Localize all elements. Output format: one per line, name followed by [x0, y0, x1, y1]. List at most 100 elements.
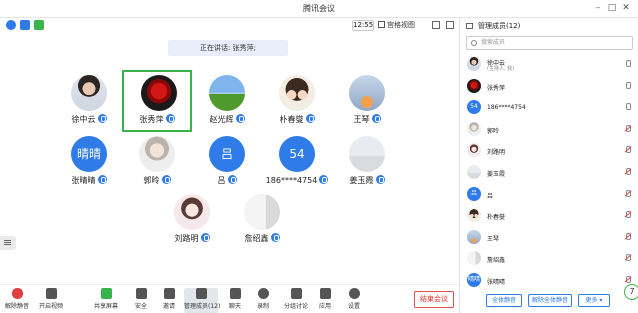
avatar — [467, 229, 481, 244]
pip-icon[interactable] — [446, 21, 454, 29]
settings-button[interactable]: 设置 — [339, 288, 369, 313]
notification-badge[interactable]: 7 — [624, 284, 638, 300]
member-row[interactable]: 徐中云 (主持人, 我) — [460, 55, 638, 75]
share-screen-button[interactable]: 共享屏幕 — [91, 288, 121, 313]
participant-tile[interactable]: 赵光辉 — [192, 72, 262, 134]
close-icon[interactable]: ✕ — [620, 2, 632, 14]
end-meeting-button[interactable]: 结束会议 — [414, 291, 454, 308]
mic-off-icon[interactable] — [624, 189, 631, 198]
mic-icon[interactable] — [624, 103, 631, 111]
member-row[interactable]: 张秀萍 — [460, 77, 638, 97]
participant-name: 刘路明 — [157, 233, 227, 244]
member-name: 186****4754 — [487, 104, 526, 112]
mic-off-icon[interactable] — [624, 211, 631, 219]
shield-icon[interactable] — [20, 20, 30, 30]
mic-off-icon[interactable] — [624, 254, 631, 262]
avatar — [467, 121, 481, 136]
manage-members-button[interactable]: 管理成员(12) — [184, 288, 220, 313]
participant-tile[interactable]: 晴晴 张晴晴 — [54, 133, 124, 195]
participant-tile[interactable]: 张秀萍 — [122, 70, 192, 132]
chat-button[interactable]: 聊天 — [220, 288, 250, 313]
avatar: 晴晴 — [467, 273, 481, 287]
participant-tile[interactable]: 徐中云 — [54, 72, 124, 134]
maximize-icon[interactable]: □ — [606, 2, 618, 14]
minimize-icon[interactable]: – — [592, 2, 604, 14]
participant-name-text: 王琴 — [353, 115, 370, 124]
mic-icon — [235, 114, 245, 123]
member-row[interactable]: 吕吕 — [460, 185, 638, 205]
participant-tile[interactable]: 姜玉霞 — [332, 133, 402, 195]
member-row[interactable]: 54 186****4754 — [460, 98, 638, 118]
mic-icon — [161, 175, 171, 184]
avatar: 吕 — [467, 186, 481, 201]
apps-icon — [319, 288, 331, 299]
apps-label: 应用 — [318, 303, 331, 310]
mic-icon — [227, 175, 237, 184]
title-bar: 腾讯会议 – □ ✕ — [0, 0, 638, 18]
participant-tile[interactable]: 詹绍鑫 — [227, 191, 297, 253]
participant-name: 赵光辉 — [192, 114, 262, 125]
unmute-all-button[interactable]: 解除全体静音 — [528, 294, 572, 307]
add-user-icon — [163, 288, 175, 299]
security-button[interactable]: 安全 — [126, 288, 156, 313]
member-row[interactable]: 刘路明 — [460, 141, 638, 161]
member-search-input[interactable]: 搜索成员 — [466, 36, 633, 50]
info-icon[interactable] — [6, 20, 16, 30]
member-row[interactable]: 郭昤 — [460, 120, 638, 140]
member-row[interactable]: 詹绍鑫 — [460, 249, 638, 269]
participant-tile[interactable]: 吕吕 — [192, 133, 262, 195]
member-row[interactable]: 姜玉霞 — [460, 163, 638, 183]
shield-icon — [135, 288, 147, 299]
video-button[interactable]: 开启视频 — [36, 288, 66, 313]
avatar — [467, 165, 481, 179]
view-switch-button[interactable]: 宫格视图 — [378, 20, 426, 31]
invite-button[interactable]: 邀请 — [154, 288, 184, 313]
popout-icon[interactable] — [466, 23, 473, 29]
mic-off-icon[interactable] — [624, 276, 631, 284]
mic-icon — [97, 175, 107, 184]
member-row[interactable]: 晴晴 张晴晴 — [460, 271, 638, 291]
more-button[interactable]: 更多 ▾ — [578, 294, 610, 307]
avatar — [467, 143, 481, 158]
mic-off-icon[interactable] — [624, 124, 631, 133]
mute-all-button[interactable]: 全体静音 — [486, 294, 522, 307]
participant-name: 詹绍鑫 — [227, 233, 297, 244]
unmute-button[interactable]: 解除静音 — [2, 288, 32, 313]
mic-off-icon[interactable] — [624, 232, 631, 241]
mic-icon[interactable] — [624, 60, 631, 68]
mic-icon[interactable] — [624, 81, 631, 90]
participant-tile[interactable]: 朴春燮 — [262, 72, 332, 134]
participant-tile[interactable]: 刘路明 — [157, 191, 227, 253]
avatar — [141, 75, 177, 111]
mic-off-icon[interactable] — [624, 168, 631, 176]
mic-off-icon[interactable] — [624, 146, 631, 154]
participant-tile[interactable]: 郭昤 — [122, 133, 192, 195]
record-button[interactable]: 录制 — [248, 288, 278, 313]
avatar — [174, 194, 210, 230]
participant-name-text: 吕 — [217, 176, 226, 185]
mic-icon — [375, 175, 385, 184]
participant-tile[interactable]: 54 186****4754 — [262, 133, 332, 195]
fullscreen-icon[interactable] — [432, 21, 440, 29]
avatar — [349, 75, 385, 111]
chat-label: 聊天 — [228, 303, 241, 310]
side-menu-tab[interactable] — [0, 236, 16, 250]
record-icon — [257, 288, 269, 299]
avatar — [279, 75, 315, 111]
share-icon — [100, 288, 112, 299]
participant-tile[interactable]: 王琴 — [332, 72, 402, 134]
search-icon — [471, 40, 477, 46]
member-row[interactable]: 朴春燮 — [460, 206, 638, 226]
gear-icon — [348, 288, 360, 299]
apps-button[interactable]: 应用 — [310, 288, 340, 313]
participant-name-text: 刘路明 — [174, 234, 199, 243]
participant-name: 186****4754 — [262, 175, 332, 185]
avatar — [71, 75, 107, 111]
member-name: 郭昤 — [487, 127, 500, 135]
member-name: 刘路明 — [487, 149, 506, 157]
breakout-button[interactable]: 分组讨论 — [281, 288, 311, 313]
member-name: 詹绍鑫 — [487, 257, 506, 265]
avatar: 吕 — [209, 136, 245, 172]
signal-icon[interactable] — [34, 20, 44, 30]
member-row[interactable]: 王琴 — [460, 228, 638, 248]
